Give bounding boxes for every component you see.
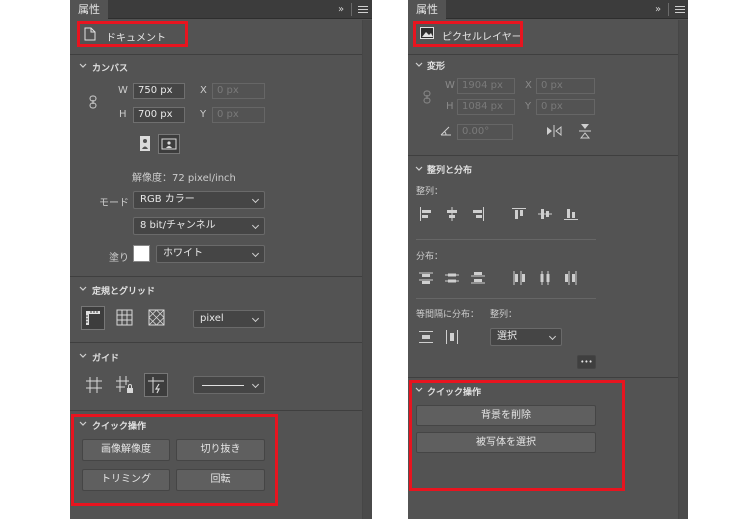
resolution-text: 解像度：72 pixel/inch bbox=[132, 173, 236, 184]
panel-tab-bar: 属性 » bbox=[408, 0, 688, 19]
divider bbox=[351, 3, 352, 16]
divider bbox=[668, 3, 669, 16]
more-options-button[interactable]: ••• bbox=[577, 355, 596, 369]
guide-icon[interactable] bbox=[84, 375, 104, 395]
rulers-grid-section-title: 定規とグリッド bbox=[92, 287, 156, 297]
width-field[interactable]: 750 px bbox=[133, 83, 185, 99]
align-label: 整列： bbox=[416, 187, 444, 197]
ruler-icon[interactable] bbox=[81, 306, 105, 330]
y-label: Y bbox=[525, 101, 532, 112]
landscape-orientation-icon[interactable] bbox=[158, 134, 180, 154]
ruler-unit-select[interactable]: pixel bbox=[193, 310, 265, 328]
height-label: H bbox=[446, 101, 454, 112]
collapse-icon[interactable]: » bbox=[338, 0, 344, 19]
width-label: W bbox=[445, 80, 455, 91]
guide-line-preview bbox=[202, 385, 244, 386]
bit-depth-select[interactable]: 8 bit/チャンネル bbox=[133, 217, 265, 235]
guide-style-select[interactable] bbox=[193, 376, 265, 394]
width-label: W bbox=[118, 85, 128, 96]
x-label: X bbox=[525, 80, 532, 91]
height-label: H bbox=[119, 109, 127, 120]
align-to-select[interactable]: 選択 bbox=[490, 328, 562, 346]
properties-tab[interactable]: 属性 bbox=[70, 0, 108, 19]
fill-select[interactable]: ホワイト bbox=[156, 245, 265, 263]
pixel-grid-icon[interactable] bbox=[146, 307, 168, 329]
left-properties-panel: 属性 » ドキュメント カンバス W 750 px X 0 px H 700 p… bbox=[70, 0, 372, 519]
right-properties-panel: 属性 » ピクセルレイヤー 変形 W 1904 px X 0 px H 1084… bbox=[408, 0, 688, 519]
canvas-section-title: カンバス bbox=[92, 64, 129, 74]
collapse-icon[interactable]: » bbox=[655, 0, 661, 19]
smart-guides-icon[interactable] bbox=[144, 373, 168, 397]
x-field[interactable]: 0 px bbox=[212, 83, 265, 99]
highlight-document bbox=[77, 21, 188, 47]
guides-section-title: ガイド bbox=[92, 354, 120, 364]
portrait-orientation-icon[interactable] bbox=[136, 135, 154, 153]
properties-tab[interactable]: 属性 bbox=[408, 0, 446, 19]
y-field[interactable]: 0 px bbox=[212, 107, 265, 123]
panel-menu-icon[interactable] bbox=[675, 6, 685, 15]
width-field[interactable]: 1904 px bbox=[457, 78, 515, 94]
height-field[interactable]: 1084 px bbox=[457, 99, 515, 115]
panel-menu-icon[interactable] bbox=[358, 6, 368, 15]
angle-field[interactable]: 0.00° bbox=[457, 124, 513, 140]
panel-tab-bar: 属性 » bbox=[70, 0, 372, 19]
align-section-title: 整列と分布 bbox=[427, 166, 473, 176]
transform-section-title: 変形 bbox=[427, 62, 446, 72]
grid-icon[interactable] bbox=[114, 307, 136, 329]
lock-guides-icon[interactable] bbox=[115, 375, 135, 395]
highlight-pixel-layer bbox=[413, 21, 523, 47]
distribute-label: 分布： bbox=[416, 252, 444, 262]
panel-scrollbar[interactable] bbox=[678, 20, 688, 519]
y-label: Y bbox=[200, 109, 207, 120]
height-field[interactable]: 700 px bbox=[133, 107, 185, 123]
highlight-quick-actions bbox=[71, 414, 278, 506]
highlight-quick-actions bbox=[409, 380, 625, 491]
x-label: X bbox=[200, 85, 207, 96]
color-mode-select[interactable]: RGB カラー bbox=[133, 191, 265, 209]
panel-scrollbar[interactable] bbox=[362, 20, 372, 519]
spacing-label: 等間隔に分布： bbox=[416, 310, 480, 320]
y-field[interactable]: 0 px bbox=[536, 99, 595, 115]
fill-color-swatch[interactable] bbox=[133, 245, 150, 262]
mode-label: モード bbox=[99, 198, 129, 209]
fill-label: 塗り bbox=[109, 253, 129, 264]
spacing-align-label: 整列： bbox=[490, 310, 518, 320]
x-field[interactable]: 0 px bbox=[536, 78, 595, 94]
